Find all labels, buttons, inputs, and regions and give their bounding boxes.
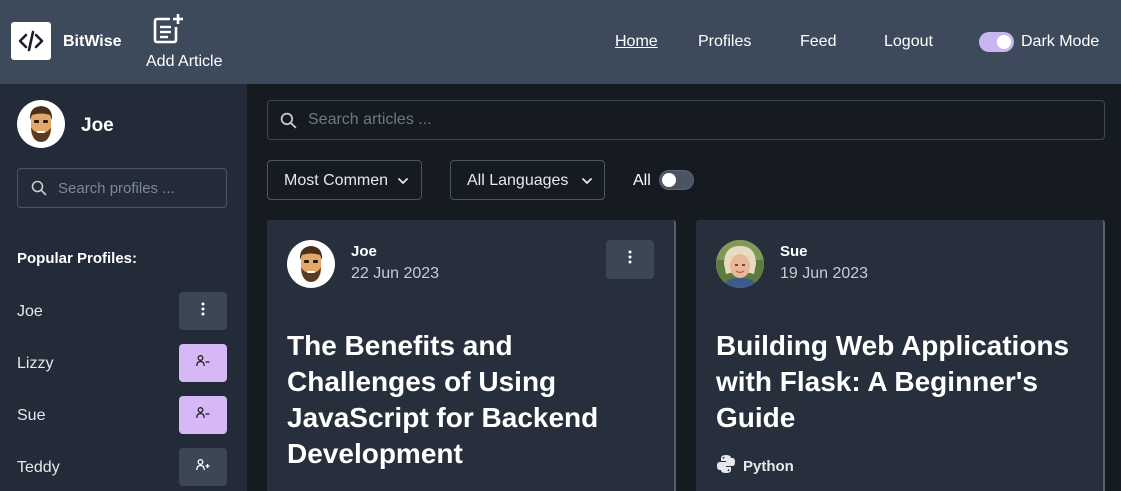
article-menu-button[interactable] — [606, 240, 654, 279]
article-title[interactable]: The Benefits and Challenges of Using Jav… — [287, 328, 657, 472]
unfollow-user-icon — [196, 354, 210, 372]
add-article-button[interactable]: Add Article — [146, 12, 228, 74]
article-date: 22 Jun 2023 — [351, 265, 440, 282]
add-article-label: Add Article — [146, 53, 223, 70]
sidebar: Joe Popular Profiles: Joe Lizzy Sue — [0, 84, 247, 491]
python-icon — [716, 454, 736, 479]
unfollow-button[interactable] — [179, 396, 227, 434]
profile-search-input[interactable] — [58, 169, 222, 207]
more-vertical-icon — [628, 250, 632, 269]
language-dropdown[interactable]: All Languages — [450, 160, 605, 200]
article-search-box — [267, 100, 1105, 140]
article-title[interactable]: Building Web Applications with Flask: A … — [716, 328, 1086, 436]
nav-profiles-link[interactable]: Profiles — [698, 33, 751, 51]
unfollow-button[interactable] — [179, 344, 227, 382]
profile-name[interactable]: Lizzy — [17, 355, 53, 373]
sort-selected-value: Most Commen — [284, 172, 389, 189]
nav-home-link[interactable]: Home — [615, 33, 658, 51]
article-author[interactable]: Sue — [780, 243, 808, 260]
profile-menu-button[interactable] — [179, 292, 227, 330]
more-vertical-icon — [201, 302, 205, 321]
all-toggle[interactable] — [659, 170, 694, 190]
article-date: 19 Jun 2023 — [780, 265, 869, 282]
article-language: Python — [743, 457, 794, 475]
author-avatar[interactable] — [287, 240, 335, 288]
author-avatar[interactable] — [716, 240, 764, 288]
sort-dropdown[interactable]: Most Commen — [267, 160, 422, 200]
profile-row: Teddy — [17, 448, 227, 486]
nav-feed-link[interactable]: Feed — [800, 33, 836, 51]
logo-code-icon[interactable] — [11, 22, 51, 60]
profile-name[interactable]: Sue — [17, 407, 45, 425]
article-author[interactable]: Joe — [351, 243, 377, 260]
toggle-knob — [662, 173, 676, 187]
article-search-input[interactable] — [308, 101, 1088, 139]
brand-name[interactable]: BitWise — [63, 33, 122, 51]
user-avatar[interactable] — [17, 100, 65, 148]
search-icon — [31, 180, 47, 201]
sidebar-user-name: Joe — [81, 115, 114, 136]
profile-row: Joe — [17, 292, 227, 330]
unfollow-user-icon — [196, 406, 210, 424]
article-language-tag[interactable]: Python — [716, 454, 794, 479]
follow-button[interactable] — [179, 448, 227, 486]
dark-mode-label: Dark Mode — [1021, 33, 1100, 50]
profile-search-box — [17, 168, 227, 208]
popular-profiles-heading: Popular Profiles: — [17, 250, 138, 267]
top-navbar: BitWise Add Article Home Profiles Feed L… — [0, 0, 1121, 84]
chevron-down-icon — [397, 174, 409, 192]
article-card[interactable]: Joe 22 Jun 2023 The Benefits and Challen… — [267, 220, 676, 491]
follow-user-icon — [196, 458, 210, 476]
chevron-down-icon — [581, 174, 593, 192]
profile-row: Lizzy — [17, 344, 227, 382]
add-article-icon — [150, 12, 186, 51]
profile-name[interactable]: Joe — [17, 303, 43, 321]
toggle-knob — [997, 35, 1011, 49]
language-selected-value: All Languages — [467, 172, 569, 189]
search-icon — [280, 112, 297, 134]
profile-name[interactable]: Teddy — [17, 459, 60, 477]
all-toggle-label: All — [633, 172, 651, 189]
nav-logout-link[interactable]: Logout — [884, 33, 933, 51]
dark-mode-toggle[interactable] — [979, 32, 1014, 52]
article-card[interactable]: Sue 19 Jun 2023 Building Web Application… — [696, 220, 1105, 491]
profile-row: Sue — [17, 396, 227, 434]
